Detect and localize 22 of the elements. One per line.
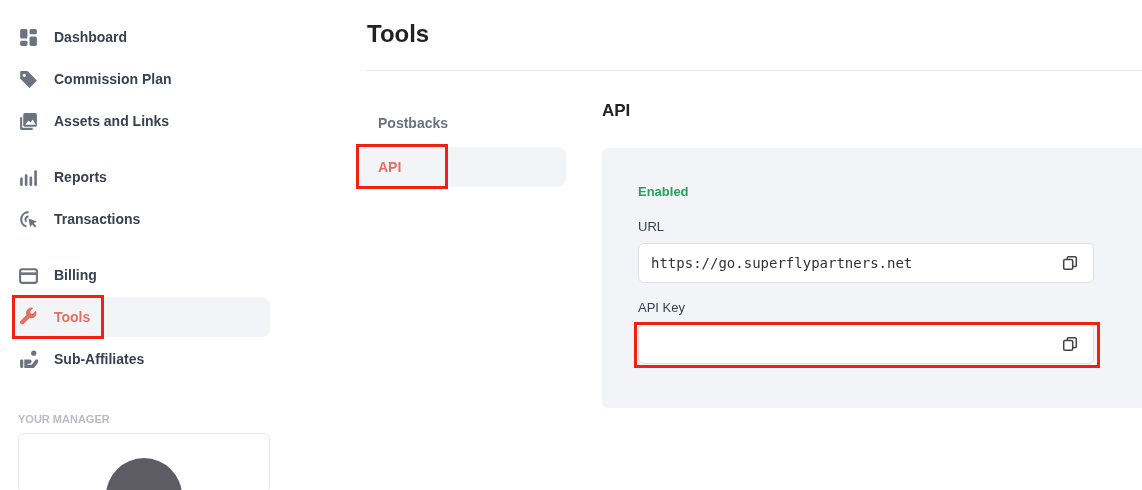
sidebar-item[interactable]: Transactions	[12, 199, 270, 239]
status-text: Enabled	[638, 184, 690, 199]
pointer-icon	[18, 208, 39, 230]
copy-icon[interactable]	[1061, 254, 1079, 272]
sidebar-item[interactable]: Commission Plan	[12, 59, 270, 99]
tag-icon	[18, 68, 39, 90]
person-icon	[18, 348, 39, 370]
copy-icon[interactable]	[1061, 335, 1079, 353]
input-field[interactable]: https://go.superflypartners.net	[638, 243, 1094, 283]
field-label: API Key	[638, 300, 686, 315]
dashboard-icon	[18, 26, 39, 48]
field-label: URL	[638, 219, 665, 234]
sidebar-item[interactable]: Reports	[12, 157, 270, 197]
section-heading: YOUR MANAGER	[18, 413, 111, 425]
images-icon	[18, 110, 39, 132]
sidebar-item[interactable]: Billing	[12, 255, 270, 295]
tab[interactable]: Postbacks	[358, 103, 566, 143]
section-title: API	[602, 100, 632, 118]
sidebar-item[interactable]: Dashboard	[12, 17, 270, 57]
sidebar-item[interactable]: Sub-Affiliates	[12, 339, 270, 379]
sidebar-item[interactable]: Assets and Links	[12, 101, 270, 141]
page-title: Tools	[366, 0, 1142, 71]
